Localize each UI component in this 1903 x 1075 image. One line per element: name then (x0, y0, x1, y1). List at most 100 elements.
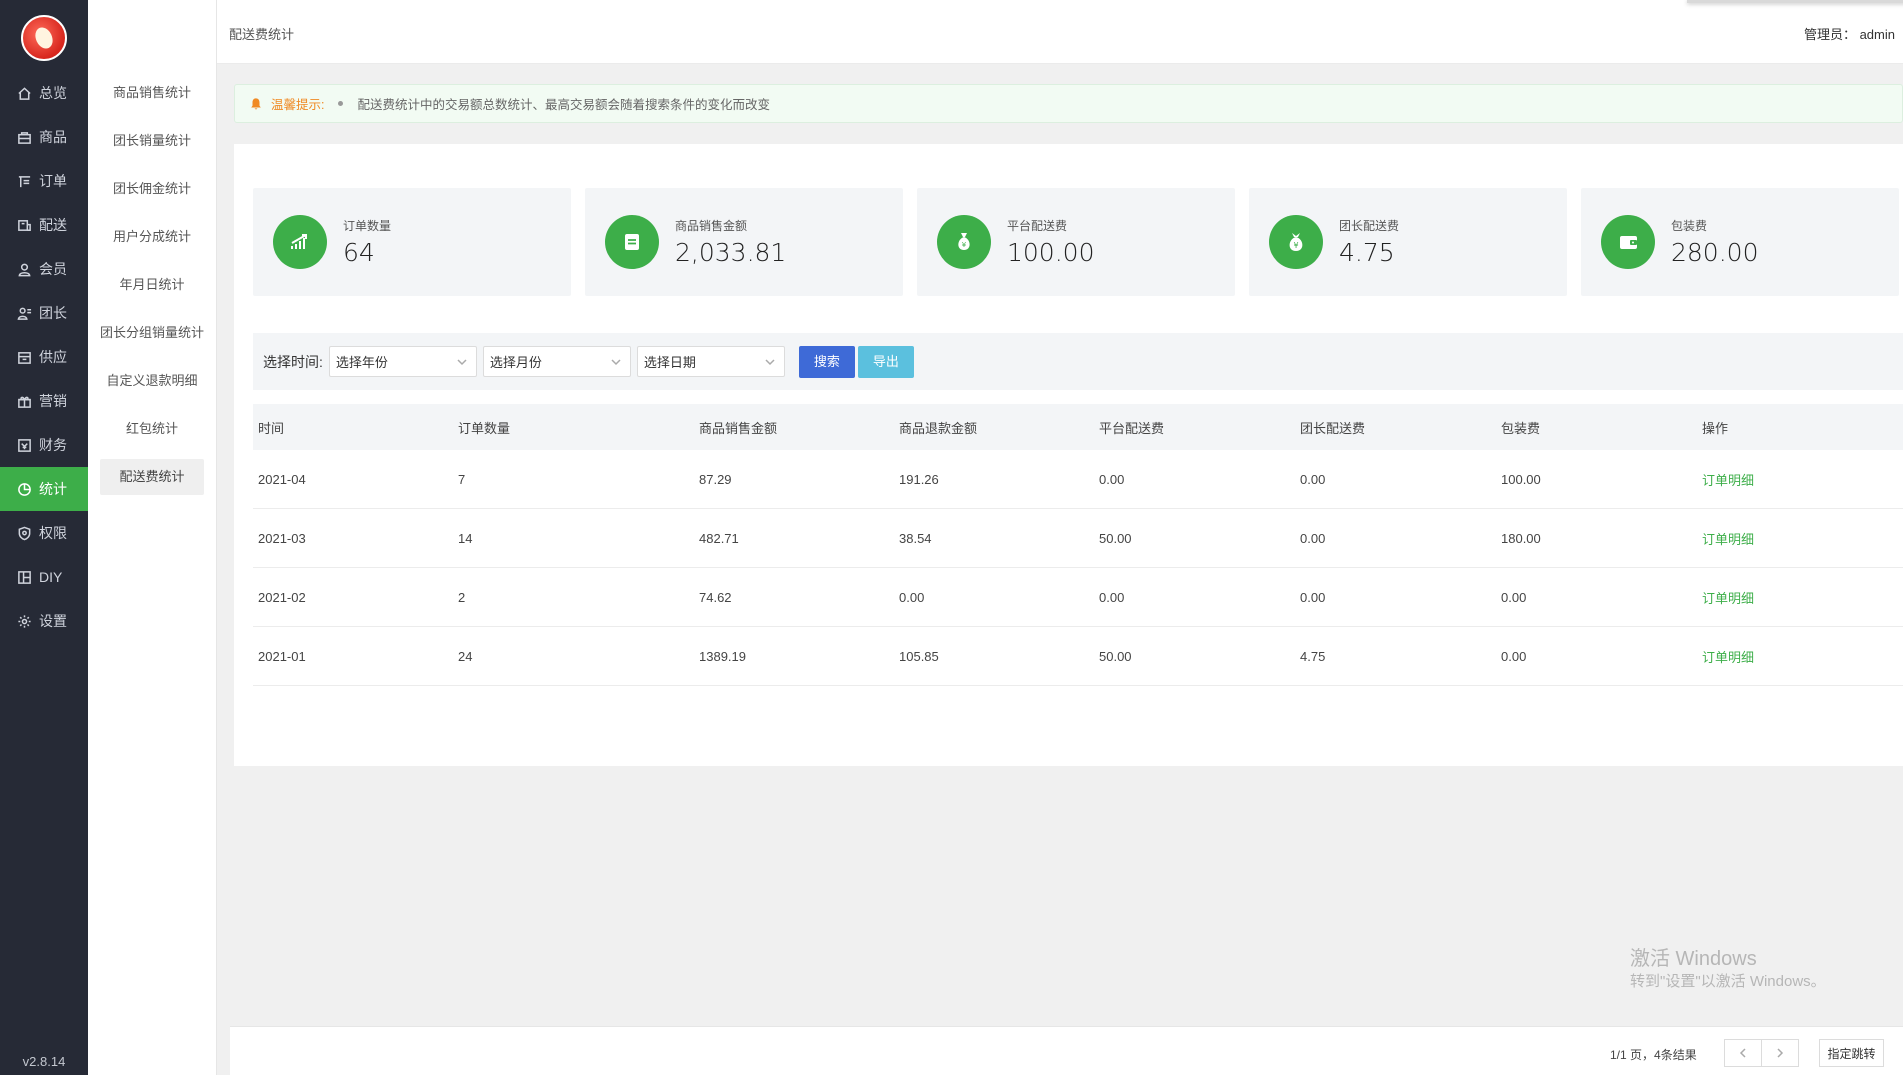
stat-card-sales-amount: 商品销售金额 2,033.81 (585, 188, 903, 296)
wallet-icon (1601, 215, 1655, 269)
nav-item-supply[interactable]: 供应 (0, 335, 88, 379)
nav-item-leaders[interactable]: 团长 (0, 291, 88, 335)
delivery-icon (17, 218, 32, 233)
jump-to-page-button[interactable]: 指定跳转 (1819, 1039, 1884, 1067)
order-detail-link[interactable]: 订单明细 (1702, 591, 1754, 606)
next-page-button[interactable] (1761, 1039, 1799, 1067)
tip-message: 配送费统计中的交易额总数统计、最高交易额会随着搜索条件的变化而改变 (357, 98, 770, 112)
nav-item-label: 权限 (39, 525, 67, 541)
stat-value: 4.75 (1339, 238, 1395, 267)
stat-card-packaging-fee: 包装费 280.00 (1581, 188, 1899, 296)
home-icon (17, 86, 32, 101)
date-select-placeholder: 选择日期 (643, 355, 696, 370)
nav-item-marketing[interactable]: 营销 (0, 379, 88, 423)
submenu-item-leader-sales[interactable]: 团长销量统计 (100, 123, 204, 159)
table-row: 2021-01 24 1389.19 105.85 50.00 4.75 0.0… (253, 627, 1903, 686)
column-header: 平台配送费 (1099, 420, 1165, 436)
cell-leader-fee: 0.00 (1300, 530, 1326, 546)
stat-card-leader-delivery-fee: ¥ 团长配送费 4.75 (1249, 188, 1567, 296)
nav-item-goods[interactable]: 商品 (0, 115, 88, 159)
search-button[interactable]: 搜索 (798, 345, 855, 378)
windows-activation-title: 激活 Windows (1630, 948, 1757, 970)
nav-item-label: 商品 (39, 129, 67, 145)
cell-order-count: 24 (458, 648, 473, 664)
nav-item-members[interactable]: 会员 (0, 247, 88, 291)
stat-card-platform-delivery-fee: ¥ 平台配送费 100.00 (917, 188, 1235, 296)
nav-item-permissions[interactable]: 权限 (0, 511, 88, 555)
month-select[interactable]: 选择月份 (482, 346, 631, 377)
stat-label: 包装费 (1671, 219, 1708, 233)
nav-item-overview[interactable]: 总览 (0, 71, 88, 115)
export-button[interactable]: 导出 (857, 345, 914, 378)
nav-item-label: 团长 (39, 305, 67, 321)
submenu-item-leader-group-sales[interactable]: 团长分组销量统计 (94, 315, 210, 351)
chevron-down-icon (611, 358, 621, 365)
money-bag-icon: ¥ (937, 215, 991, 269)
submenu-item-refund-detail[interactable]: 自定义退款明细 (100, 363, 204, 399)
top-header: 配送费统计 管理员： admin (217, 0, 1903, 64)
nav-item-statistics[interactable]: 统计 (0, 467, 88, 511)
cell-sales-amount: 1389.19 (699, 648, 746, 664)
nav-item-label: 会员 (39, 261, 67, 277)
nav-item-label: 供应 (39, 349, 67, 365)
year-select[interactable]: 选择年份 (328, 346, 477, 377)
column-header: 商品销售金额 (699, 420, 778, 436)
chevron-left-icon (1739, 1048, 1746, 1058)
cell-packaging-fee: 0.00 (1501, 648, 1527, 664)
nav-item-settings[interactable]: 设置 (0, 599, 88, 643)
submenu-item-delivery-fee-stats[interactable]: 配送费统计 (100, 459, 204, 495)
column-header: 订单数量 (458, 420, 511, 436)
prev-page-button[interactable] (1724, 1039, 1762, 1067)
submenu-item-goods-sales[interactable]: 商品销售统计 (100, 75, 204, 111)
table-row: 2021-02 2 74.62 0.00 0.00 0.00 0.00 订单明细 (253, 568, 1903, 627)
order-detail-link[interactable]: 订单明细 (1702, 532, 1754, 547)
nav-item-label: 总览 (39, 85, 67, 101)
cell-sales-amount: 482.71 (699, 530, 739, 546)
nav-item-label: 设置 (39, 613, 67, 629)
nav-item-delivery[interactable]: 配送 (0, 203, 88, 247)
cell-order-count: 2 (458, 589, 466, 605)
submenu-item-leader-commission[interactable]: 团长佣金统计 (100, 171, 204, 207)
nav-item-diy[interactable]: DIY (0, 555, 88, 599)
supply-icon (17, 350, 32, 365)
chart-up-icon (273, 215, 327, 269)
column-header: 时间 (258, 420, 285, 436)
cell-refund-amount: 105.85 (899, 648, 939, 664)
main-nav: 总览 商品 订单 配送 会员 团长 供应 营销 财务 统计 权限 DIY 设置 (0, 71, 88, 643)
tip-label: 温馨提示: (271, 98, 325, 112)
leader-icon (17, 306, 32, 321)
submenu-item-user-share[interactable]: 用户分成统计 (100, 219, 204, 255)
cell-platform-fee: 50.00 (1099, 530, 1132, 546)
nav-item-finance[interactable]: 财务 (0, 423, 88, 467)
chevron-right-icon (1777, 1048, 1784, 1058)
stats-panel: 订单数量 64 商品销售金额 2,033.81 ¥ 平台配送费 100.00 ¥… (234, 144, 1903, 766)
cell-platform-fee: 0.00 (1099, 471, 1125, 487)
table-row: 2021-04 7 87.29 191.26 0.00 0.00 100.00 … (253, 450, 1903, 509)
app-logo[interactable] (21, 15, 67, 61)
cell-platform-fee: 50.00 (1099, 648, 1132, 664)
order-detail-link[interactable]: 订单明细 (1702, 473, 1754, 488)
cell-time: 2021-03 (258, 530, 306, 546)
stat-label: 商品销售金额 (675, 219, 748, 233)
date-select[interactable]: 选择日期 (636, 346, 785, 377)
order-detail-link[interactable]: 订单明细 (1702, 650, 1754, 665)
gift-icon (17, 394, 32, 409)
nav-item-orders[interactable]: 订单 (0, 159, 88, 203)
submenu-item-redpacket-stats[interactable]: 红包统计 (100, 411, 204, 447)
dropdown-edge (1687, 0, 1903, 3)
admin-user[interactable]: 管理员： admin (1804, 24, 1895, 43)
cell-packaging-fee: 180.00 (1501, 530, 1541, 546)
cell-refund-amount: 0.00 (899, 589, 925, 605)
main-sidebar: 总览 商品 订单 配送 会员 团长 供应 营销 财务 统计 权限 DIY 设置 … (0, 0, 88, 1075)
cell-packaging-fee: 100.00 (1501, 471, 1541, 487)
stat-value: 280.00 (1671, 238, 1759, 267)
nav-item-label: 订单 (39, 173, 67, 189)
cell-refund-amount: 38.54 (899, 530, 932, 546)
table-row: 2021-03 14 482.71 38.54 50.00 0.00 180.0… (253, 509, 1903, 568)
svg-text:¥: ¥ (1293, 241, 1298, 250)
stat-label: 订单数量 (343, 219, 392, 233)
submenu-item-ymd-stats[interactable]: 年月日统计 (100, 267, 204, 303)
nav-item-label: 配送 (39, 217, 67, 233)
cell-packaging-fee: 0.00 (1501, 589, 1527, 605)
stat-card-order-count: 订单数量 64 (253, 188, 571, 296)
